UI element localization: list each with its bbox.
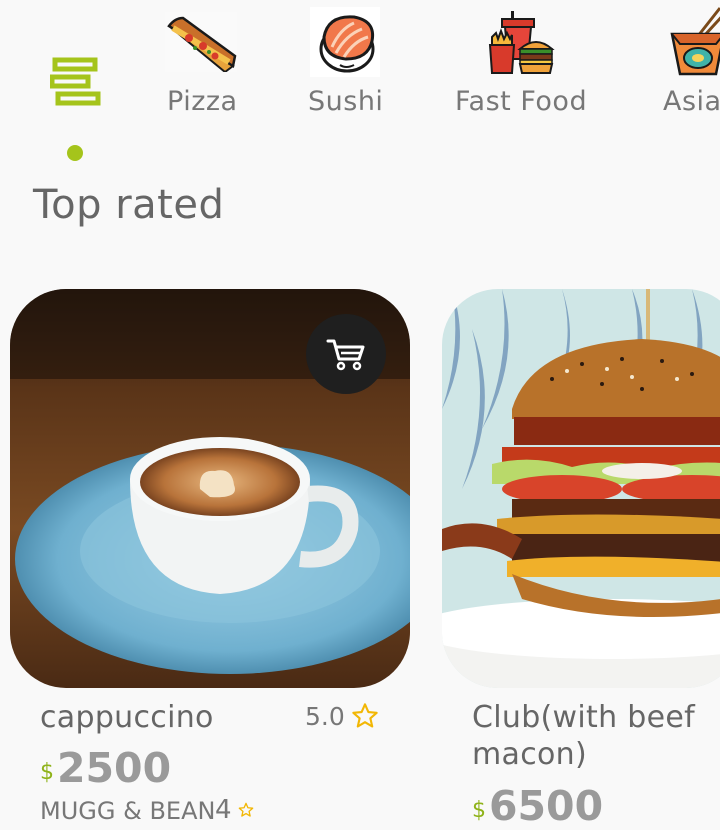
shopping-cart-icon [326,339,365,371]
pizza-icon [165,12,237,72]
product-name: cappuccino [40,700,214,735]
product-price: 2500 [57,744,172,792]
store-star-icon [238,802,254,817]
fast-food-icon [488,11,555,74]
product-name-line2: macon) [472,737,587,772]
store-name: MUGG & BEAN [40,797,216,825]
asian-food-icon [670,7,720,76]
category-label-sushi: Sushi [308,86,384,117]
category-label-pizza: Pizza [167,86,238,117]
active-category-indicator [67,145,83,161]
sushi-icon [310,7,380,77]
price-currency: $ [472,798,486,823]
burger-photo[interactable] [442,289,720,688]
add-to-cart-button[interactable] [306,314,386,394]
product-rating: 5.0 [305,702,345,731]
category-label-asian: Asia [663,86,720,117]
product-price: 6500 [489,782,604,830]
star-icon [352,703,378,728]
all-categories-icon[interactable] [50,57,102,107]
store-rating: 4 [215,795,232,825]
section-title: Top rated [33,182,225,228]
category-label-fast-food: Fast Food [455,86,588,117]
price-currency: $ [40,760,54,785]
product-name-line1: Club(with beef [472,700,695,735]
